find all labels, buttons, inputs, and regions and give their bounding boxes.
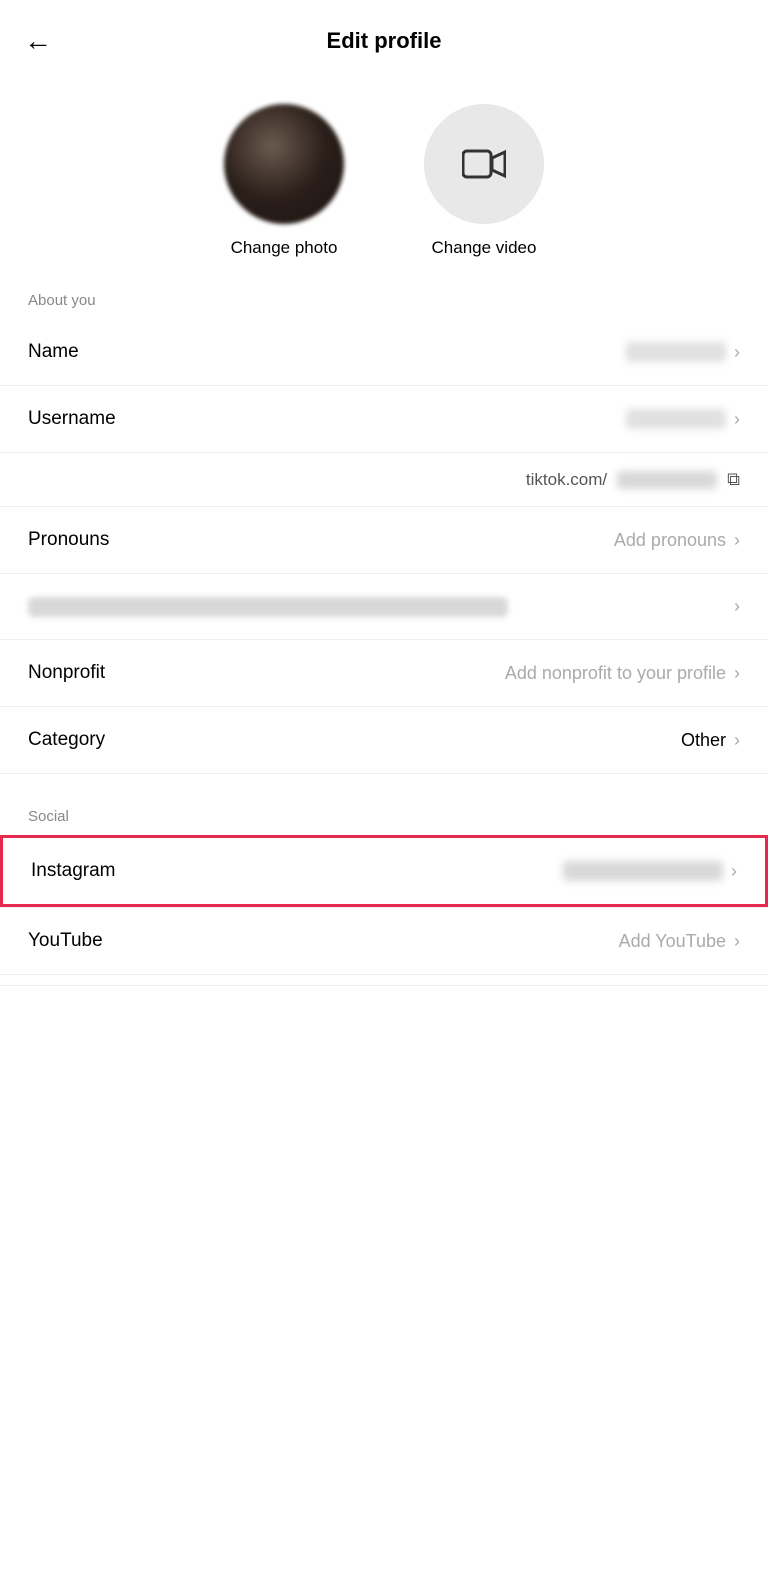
name-label: Name [28, 341, 79, 363]
category-right: Other › [681, 730, 740, 751]
social-section-label: Social [0, 784, 768, 835]
youtube-row[interactable]: YouTube Add YouTube › [0, 908, 768, 975]
name-right: › [626, 342, 740, 363]
change-video-button[interactable]: Change video [424, 104, 544, 258]
instagram-row[interactable]: Instagram › [0, 835, 768, 907]
pronouns-chevron-icon: › [734, 530, 740, 551]
nonprofit-right: Add nonprofit to your profile › [505, 663, 740, 684]
instagram-value-blurred [563, 861, 723, 881]
category-row[interactable]: Category Other › [0, 707, 768, 774]
pronouns-label: Pronouns [28, 529, 109, 551]
username-chevron-icon: › [734, 409, 740, 430]
bio-row[interactable]: › [0, 574, 768, 640]
instagram-label: Instagram [31, 860, 115, 882]
video-camera-icon [462, 146, 506, 182]
about-section-label: About you [0, 268, 768, 319]
username-value-blurred [626, 409, 726, 429]
pronouns-value: Add pronouns [614, 530, 726, 551]
youtube-value: Add YouTube [619, 931, 726, 952]
username-row[interactable]: Username › [0, 386, 768, 453]
bio-blurred-text [28, 597, 508, 617]
instagram-chevron-icon: › [731, 861, 737, 882]
back-button[interactable]: ← [24, 25, 52, 57]
bottom-divider [0, 985, 768, 986]
tiktok-url-text: tiktok.com/ [526, 470, 607, 490]
bio-chevron-icon: › [734, 596, 740, 617]
video-placeholder [424, 104, 544, 224]
tiktok-url-row[interactable]: tiktok.com/ ⧉ [0, 453, 768, 507]
copy-icon[interactable]: ⧉ [727, 469, 740, 490]
nonprofit-chevron-icon: › [734, 663, 740, 684]
instagram-right: › [563, 861, 737, 882]
header: ← Edit profile [0, 0, 768, 74]
social-section: Social Instagram › YouTube Add YouTube › [0, 784, 768, 986]
change-video-label: Change video [432, 238, 537, 258]
youtube-chevron-icon: › [734, 931, 740, 952]
nonprofit-label: Nonprofit [28, 662, 105, 684]
name-row[interactable]: Name › [0, 319, 768, 386]
youtube-right: Add YouTube › [619, 931, 740, 952]
change-photo-label: Change photo [231, 238, 338, 258]
category-value: Other [681, 730, 726, 751]
name-chevron-icon: › [734, 342, 740, 363]
tiktok-url-blurred [617, 471, 717, 489]
name-value-blurred [626, 342, 726, 362]
nonprofit-row[interactable]: Nonprofit Add nonprofit to your profile … [0, 640, 768, 707]
change-photo-button[interactable]: Change photo [224, 104, 344, 258]
pronouns-row[interactable]: Pronouns Add pronouns › [0, 507, 768, 574]
avatar [224, 104, 344, 224]
category-chevron-icon: › [734, 730, 740, 751]
username-label: Username [28, 408, 116, 430]
media-section: Change photo Change video [0, 74, 768, 268]
nonprofit-value: Add nonprofit to your profile [505, 663, 726, 684]
page-title: Edit profile [327, 28, 442, 54]
username-right: › [626, 409, 740, 430]
youtube-label: YouTube [28, 930, 103, 952]
category-label: Category [28, 729, 105, 751]
pronouns-right: Add pronouns › [614, 530, 740, 551]
